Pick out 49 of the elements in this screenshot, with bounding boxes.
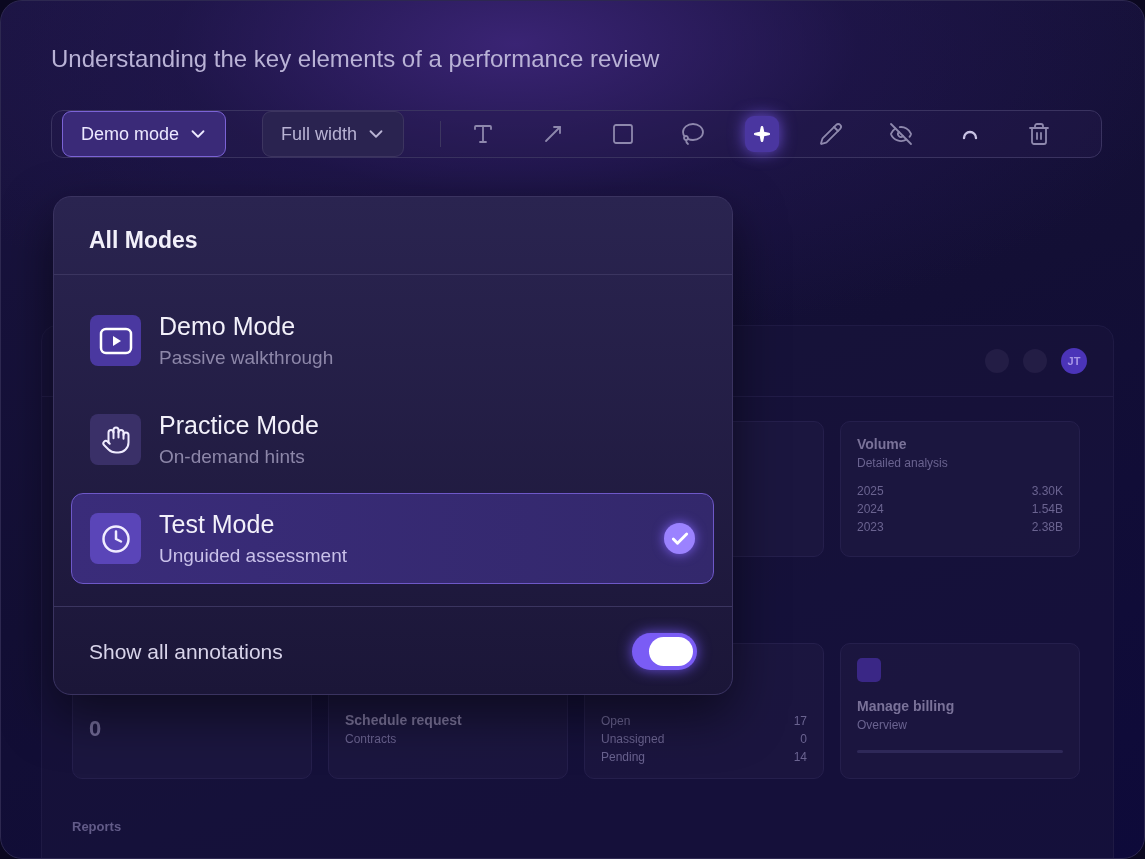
row-label: Unassigned (601, 732, 665, 746)
row-value: 2.38B (1031, 520, 1063, 534)
card-title: Schedule request (345, 712, 463, 728)
play-icon (98, 326, 133, 355)
row-value: 14 (793, 750, 807, 764)
hand-icon (100, 424, 131, 455)
card-title: Manage billing (857, 698, 956, 714)
card-subtitle: Contracts (345, 732, 398, 746)
row-value: 3.30K (1031, 484, 1063, 498)
row-label: 2023 (857, 520, 884, 534)
row-label: Pending (601, 750, 646, 764)
card-subtitle: Overview (857, 718, 908, 732)
mode-title: Demo Mode (159, 312, 297, 341)
mode-title: Practice Mode (159, 411, 320, 440)
mode-title: Test Mode (159, 510, 276, 539)
row-value: 1.54B (1031, 502, 1063, 516)
clock-icon (100, 523, 131, 554)
annotations-toggle[interactable] (632, 633, 697, 670)
square-icon (611, 121, 635, 147)
eye-off-icon (889, 121, 913, 147)
mode-option[interactable]: Demo Mode Passive walkthrough (71, 295, 714, 386)
card-subtitle: Detailed analysis (857, 456, 949, 470)
mode-subtitle: Unguided assessment (159, 545, 348, 567)
row-value: 0 (800, 732, 807, 746)
trash-icon (1027, 121, 1051, 147)
user-avatar: JT (1061, 348, 1087, 374)
lasso-icon (681, 121, 705, 147)
menu-title: All Modes (54, 197, 732, 275)
card-title: Volume (857, 436, 908, 452)
pencil-icon (819, 121, 843, 147)
mode-dropdown[interactable]: Demo mode (62, 111, 227, 157)
row-label: 2025 (857, 484, 884, 498)
mode-option[interactable]: Practice Mode On-demand hints (71, 394, 714, 485)
card-value: 0 (89, 716, 103, 742)
mode-option[interactable]: Test Mode Unguided assessment (71, 493, 714, 584)
mode-subtitle: Passive walkthrough (159, 347, 335, 369)
row-label: Open (601, 714, 631, 728)
check-icon (664, 523, 695, 554)
sparkle-icon (753, 125, 771, 143)
tool-button[interactable] (745, 116, 779, 152)
row-value: 17 (793, 714, 807, 728)
toggle-label: Show all annotations (89, 639, 283, 664)
square-icon (857, 658, 881, 682)
mode-subtitle: On-demand hints (159, 446, 306, 468)
page-title: Understanding the key elements of a performance review (51, 45, 661, 73)
row-label: 2024 (857, 502, 884, 516)
width-dropdown[interactable]: Full width (262, 111, 405, 157)
section-label: Reports (72, 819, 123, 834)
arc-icon (960, 128, 980, 140)
